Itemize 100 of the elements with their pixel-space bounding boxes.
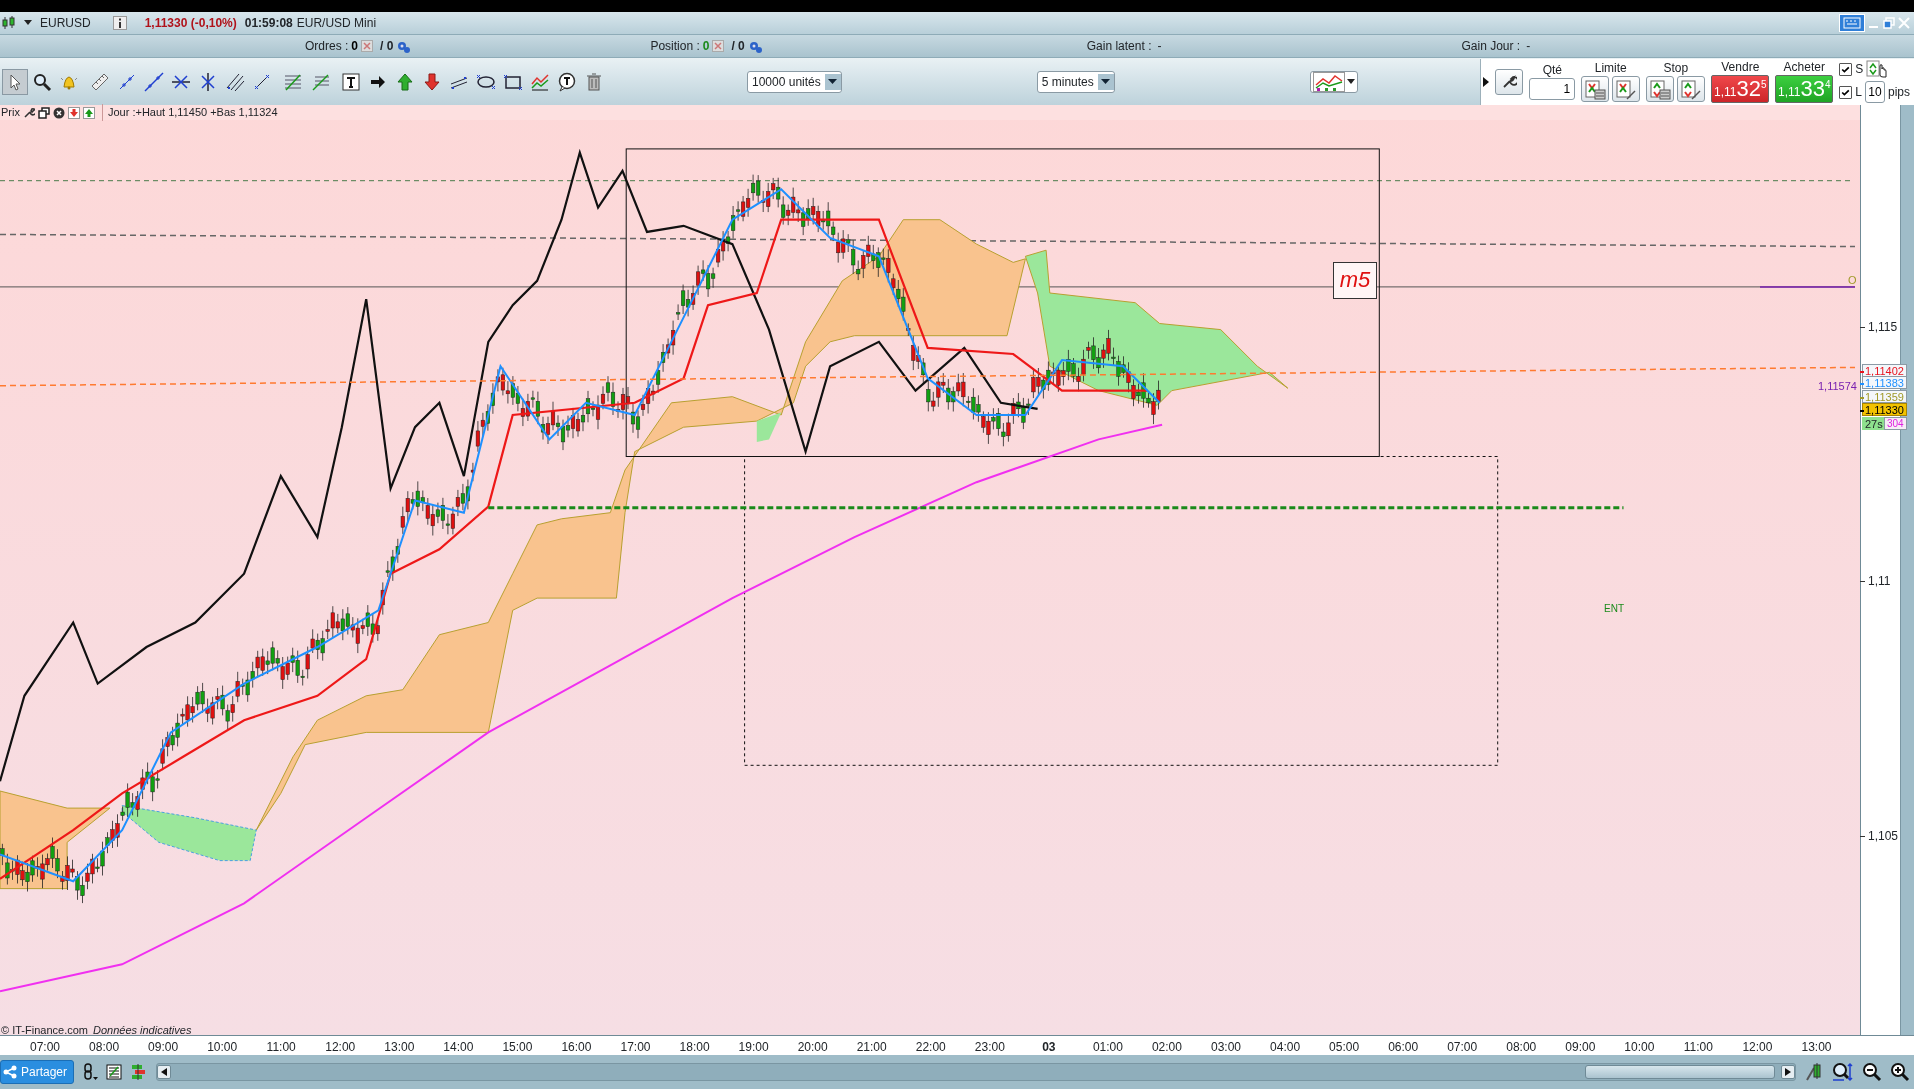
- up-arrow-icon: [395, 71, 415, 92]
- document-icon: [1615, 78, 1638, 100]
- time-axis-label: 22:00: [915, 1039, 946, 1056]
- ruler-icon: [90, 71, 110, 92]
- price-level-label: 1,11574: [1818, 379, 1857, 394]
- time-axis-label: 11:00: [1683, 1039, 1713, 1056]
- pips-field[interactable]: 10: [1865, 81, 1885, 103]
- pointer-tool[interactable]: [2, 68, 28, 95]
- limit-label: Limite: [1594, 61, 1627, 75]
- windows-icon[interactable]: [37, 106, 50, 119]
- disclaimer-text: Données indicatives: [92, 1023, 192, 1038]
- limit-order-button[interactable]: [1612, 76, 1641, 102]
- candlestick-icon[interactable]: [2, 15, 16, 31]
- stop-order-button[interactable]: [1646, 76, 1675, 102]
- time-axis-label: 17:00: [620, 1039, 651, 1056]
- option-checkbox[interactable]: [1839, 85, 1853, 99]
- expand-arrow-icon[interactable]: [1483, 76, 1490, 87]
- instrument-name: EUR/USD Mini: [296, 15, 377, 32]
- time-axis-label: 21:00: [856, 1039, 887, 1056]
- time-axis-label: 20:00: [797, 1039, 828, 1056]
- quantity-field[interactable]: 1: [1529, 78, 1576, 100]
- down-arrow-icon: [422, 71, 442, 92]
- gear-icon[interactable]: [747, 39, 762, 53]
- list-icon[interactable]: [106, 1064, 123, 1080]
- hand-cursor-icon[interactable]: [1866, 60, 1889, 78]
- caret-icon: [828, 78, 838, 85]
- time-axis-label: 12:00: [1742, 1039, 1773, 1056]
- up-arrow-icon[interactable]: [82, 106, 95, 119]
- magnifier-icon: [32, 71, 52, 92]
- price-panel-label: Prix: [0, 105, 20, 121]
- keyboard-button[interactable]: [1839, 14, 1865, 32]
- stop-order-button[interactable]: [1677, 76, 1706, 102]
- wrench-icon[interactable]: [22, 106, 35, 119]
- zoom-fit-icon[interactable]: [1832, 1062, 1854, 1082]
- clock-time: 01:59:08: [244, 15, 293, 32]
- close-icon[interactable]: [52, 106, 65, 119]
- time-axis-label: 08:00: [1506, 1039, 1537, 1056]
- scroll-left-button[interactable]: [157, 1065, 172, 1079]
- keyboard-icon: [1843, 17, 1861, 29]
- wrench-icon: [1501, 73, 1518, 90]
- info-icon[interactable]: [112, 16, 127, 30]
- pitchfork-icon: [225, 71, 245, 92]
- time-axis-label: 11:00: [266, 1039, 296, 1056]
- price-axis-label: 1,11: [1868, 573, 1891, 590]
- quantity-dropdown[interactable]: 10000 unités: [747, 70, 842, 93]
- countdown-tag: 27s: [1862, 417, 1886, 430]
- time-axis-label: 01:00: [1092, 1039, 1123, 1056]
- option-checkbox[interactable]: [1839, 62, 1853, 76]
- unrealized-gain-label: Gain latent :: [1086, 38, 1152, 55]
- caret-icon[interactable]: [24, 20, 32, 26]
- time-axis-label: 08:00: [89, 1039, 120, 1056]
- time-axis-label: 14:00: [443, 1039, 474, 1056]
- daily-gain-value: -: [1526, 38, 1531, 55]
- stop-label: Stop: [1663, 61, 1689, 75]
- indicator-icon: [530, 71, 550, 92]
- price-tag: 1,11383: [1862, 376, 1907, 389]
- daily-gain-label: Gain Jour :: [1461, 38, 1521, 55]
- copyright-text: © IT-Finance.com: [1, 1023, 88, 1038]
- left-arrow-icon: [161, 1068, 168, 1076]
- chart-type-button[interactable]: [1309, 70, 1358, 93]
- price-change: 1,11330 (-0,10%): [144, 15, 237, 32]
- text-bubble-icon: [557, 71, 577, 92]
- vertical-line-icon: [198, 71, 218, 92]
- line-chart-icon: [1312, 71, 1345, 92]
- price-axis-label: 1,105: [1868, 828, 1899, 845]
- caret-icon: [1346, 78, 1355, 85]
- unrealized-gain-value: -: [1157, 38, 1162, 55]
- caret-icon: [1101, 78, 1111, 85]
- link-icon[interactable]: [82, 1063, 99, 1081]
- timeframe-label: m5: [1333, 262, 1377, 299]
- position-count: 0: [702, 38, 710, 55]
- document-icon: [1680, 78, 1703, 100]
- document-icon: [1584, 78, 1607, 100]
- symbol-name: EURUSD: [40, 15, 91, 32]
- time-axis-label: 10:00: [207, 1039, 238, 1056]
- time-axis-label: 07:00: [1447, 1039, 1478, 1056]
- entry-label: ENT: [1604, 602, 1624, 616]
- gear-icon[interactable]: [396, 39, 411, 53]
- line-icon: [144, 71, 164, 92]
- trash-icon: [584, 71, 604, 92]
- day-range-text: Jour :+Haut 1,11450 +Bas 1,11324: [101, 104, 278, 121]
- scroll-track[interactable]: [156, 1063, 1796, 1081]
- time-axis-label: 13:00: [384, 1039, 415, 1056]
- period-dropdown[interactable]: 5 minutes: [1036, 70, 1115, 93]
- time-axis-label: 12:00: [325, 1039, 356, 1056]
- option-label: S: [1855, 61, 1864, 78]
- zoom-out-icon[interactable]: [1862, 1062, 1882, 1082]
- scroll-right-button[interactable]: [1781, 1065, 1795, 1079]
- time-axis-label: 10:00: [1624, 1039, 1655, 1056]
- candle-pen-icon[interactable]: [1804, 1062, 1824, 1082]
- settings-button[interactable]: [1495, 68, 1524, 95]
- time-axis-label: 02:00: [1151, 1039, 1182, 1056]
- limit-order-button[interactable]: [1581, 76, 1610, 102]
- time-axis-label: 15:00: [502, 1039, 533, 1056]
- zoom-in-icon[interactable]: [1890, 1062, 1910, 1082]
- down-arrow-icon[interactable]: [67, 106, 80, 119]
- time-axis-label: 23:00: [974, 1039, 1005, 1056]
- share-icon: [3, 1065, 17, 1079]
- scroll-thumb[interactable]: [1585, 1065, 1775, 1079]
- restore-icon[interactable]: [1883, 17, 1895, 29]
